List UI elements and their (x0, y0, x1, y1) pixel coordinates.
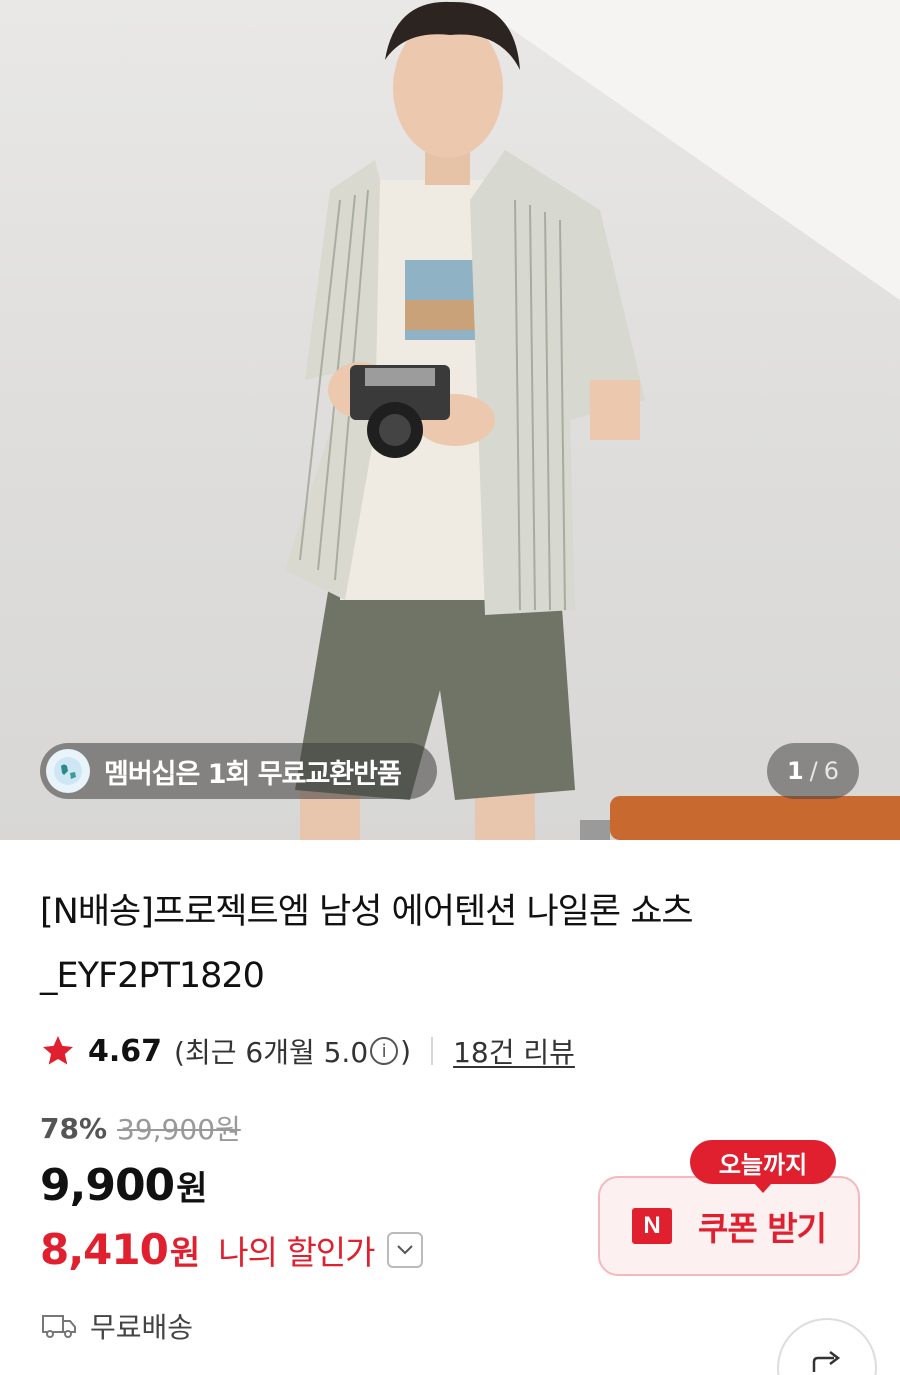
membership-banner[interactable]: 멤버십은 1회 무료교환반품 (40, 743, 437, 799)
my-discount-price-unit: 원 (169, 1232, 201, 1272)
original-price: 39,900원 (117, 1113, 241, 1146)
my-discount-price-row[interactable]: 8,410 원 나의 할인가 (40, 1225, 423, 1274)
reviews-link[interactable]: 18건 리뷰 (453, 1031, 575, 1071)
pager-current: 1 (786, 757, 804, 785)
truck-icon (42, 1315, 76, 1338)
coupon-widget: 오늘까지 N 쿠폰 받기 (598, 1140, 860, 1278)
product-title-line2: _EYF2PT1820 (40, 956, 265, 996)
shipping-info: 무료배송 (42, 1306, 193, 1346)
info-icon[interactable]: i (370, 1037, 399, 1065)
naver-n-icon: N (632, 1208, 673, 1244)
pager-separator: / (809, 757, 818, 785)
original-price-row: 78% 39,900원 (40, 1108, 241, 1148)
globe-icon (46, 749, 90, 793)
pager-total: 6 (823, 757, 840, 785)
chevron-down-icon[interactable] (386, 1231, 423, 1268)
rating-row: 4.67 (최근 6개월 5.0 i ) 18건 리뷰 (40, 1030, 575, 1072)
product-title: [N배송]프로젝트엠 남성 에어텐션 나일론 쇼츠 _EYF2PT1820 (40, 880, 840, 1008)
coupon-deadline-tag: 오늘까지 (690, 1140, 836, 1193)
product-image-carousel[interactable]: 멤버십은 1회 무료교환반품 1 / 6 (0, 0, 900, 840)
shipping-label: 무료배송 (90, 1311, 194, 1344)
discount-rate: 78% (40, 1111, 108, 1145)
recent-rating-text: (최근 6개월 5.0 (174, 1036, 369, 1069)
get-coupon-label: 쿠폰 받기 (698, 1209, 827, 1248)
sale-price-unit: 원 (176, 1169, 208, 1209)
membership-text: 멤버십은 1회 무료교환반품 (104, 758, 402, 790)
product-photo (285, 0, 900, 840)
star-icon (43, 1036, 73, 1065)
sale-price: 9,900 (40, 1160, 175, 1211)
recent-rating-close: ) (400, 1034, 412, 1068)
sale-price-row: 9,900 원 (40, 1160, 207, 1211)
share-icon (812, 1351, 841, 1372)
rating-divider (431, 1037, 434, 1065)
product-title-line1: [N배송]프로젝트엠 남성 에어텐션 나일론 쇼츠 (40, 892, 694, 932)
my-discount-price-label: 나의 할인가 (218, 1232, 375, 1272)
image-pager: 1 / 6 (767, 743, 859, 799)
recent-rating: (최근 6개월 5.0 i ) (174, 1031, 411, 1071)
my-discount-price: 8,410 (40, 1225, 169, 1274)
rating-score: 4.67 (88, 1033, 163, 1069)
get-coupon-button[interactable]: N 쿠폰 받기 (598, 1176, 860, 1276)
share-button[interactable] (777, 1318, 877, 1375)
